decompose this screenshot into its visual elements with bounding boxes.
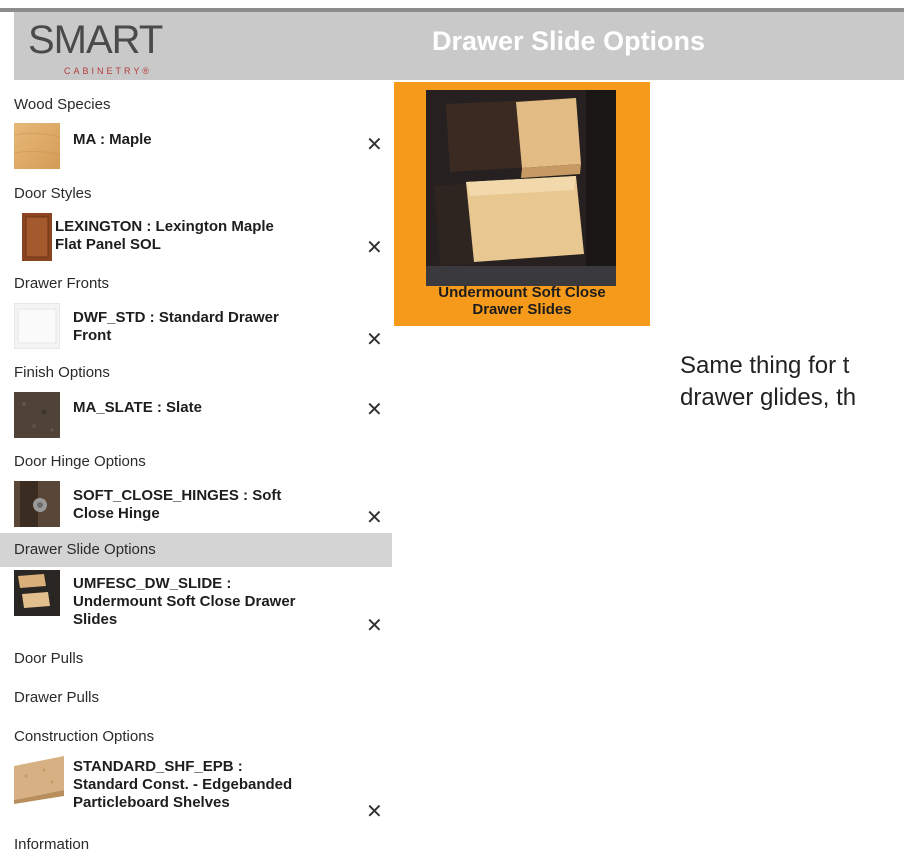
remove-icon[interactable]: ✕ bbox=[366, 508, 383, 528]
item-name-line: Close Hinge bbox=[73, 505, 160, 522]
item-name-line: LEXINGTON : Lexington Maple bbox=[55, 218, 274, 235]
item-name-line: Flat Panel SOL bbox=[55, 236, 161, 253]
selected-item-name: MA_SLATE : Slate bbox=[73, 399, 202, 416]
section-wood-species[interactable]: Wood Species bbox=[0, 88, 392, 122]
section-information[interactable]: Information bbox=[0, 828, 392, 862]
section-finish-options[interactable]: Finish Options bbox=[0, 356, 392, 390]
slate-swatch-icon bbox=[14, 392, 60, 438]
drawer-slide-option-card[interactable]: Undermount Soft Close Drawer Slides bbox=[394, 82, 650, 326]
drawer-front-swatch-icon bbox=[14, 303, 60, 349]
drawer-slide-photo-icon bbox=[426, 90, 616, 286]
selected-item-door-styles[interactable]: LEXINGTON : Lexington Maple Flat Panel S… bbox=[0, 213, 392, 263]
remove-icon[interactable]: ✕ bbox=[366, 400, 383, 420]
smart-cabinetry-logo: SMART CABINETRY® bbox=[28, 18, 178, 78]
remove-icon[interactable]: ✕ bbox=[366, 802, 383, 822]
option-caption: Undermount Soft Close Drawer Slides bbox=[394, 284, 650, 318]
option-caption-line: Drawer Slides bbox=[472, 301, 572, 318]
maple-swatch-icon bbox=[14, 123, 60, 169]
item-name-line: DWF_STD : Standard Drawer bbox=[73, 309, 279, 326]
selected-item-name: UMFESC_DW_SLIDE : Undermount Soft Close … bbox=[73, 575, 363, 629]
item-name-line: Standard Const. - Edgebanded bbox=[73, 776, 293, 793]
remove-icon[interactable]: ✕ bbox=[366, 330, 383, 350]
selected-item-drawer-slide-options[interactable]: UMFESC_DW_SLIDE : Undermount Soft Close … bbox=[0, 570, 392, 640]
options-sidebar: Wood Species MA : Maple ✕ Door Styles LE… bbox=[0, 80, 392, 853]
logo-text: SMART bbox=[28, 18, 163, 62]
remove-icon[interactable]: ✕ bbox=[366, 135, 383, 155]
logo-subtext: CABINETRY® bbox=[64, 66, 149, 76]
selected-item-drawer-fronts[interactable]: DWF_STD : Standard Drawer Front ✕ bbox=[0, 303, 392, 353]
remove-icon[interactable]: ✕ bbox=[366, 616, 383, 636]
section-drawer-fronts[interactable]: Drawer Fronts bbox=[0, 267, 392, 301]
section-door-hinge-options[interactable]: Door Hinge Options bbox=[0, 445, 392, 479]
section-door-styles[interactable]: Door Styles bbox=[0, 177, 392, 211]
section-door-pulls[interactable]: Door Pulls bbox=[0, 642, 392, 676]
door-style-swatch-icon bbox=[22, 213, 52, 261]
option-caption-line: Undermount Soft Close bbox=[438, 284, 606, 301]
selected-item-construction-options[interactable]: STANDARD_SHF_EPB : Standard Const. - Edg… bbox=[0, 756, 392, 826]
item-name-line: Slides bbox=[73, 611, 118, 628]
particleboard-swatch-icon bbox=[14, 756, 64, 804]
item-name-line: Particleboard Shelves bbox=[73, 794, 230, 811]
item-name-line: Undermount Soft Close Drawer bbox=[73, 593, 296, 610]
item-name-line: SOFT_CLOSE_HINGES : Soft bbox=[73, 487, 282, 504]
drawer-slide-thumb-icon bbox=[14, 570, 60, 616]
selected-item-name: MA : Maple bbox=[73, 131, 152, 148]
selected-item-name: SOFT_CLOSE_HINGES : Soft Close Hinge bbox=[73, 487, 363, 523]
remove-icon[interactable]: ✕ bbox=[366, 238, 383, 258]
page-title: Drawer Slide Options bbox=[432, 26, 706, 56]
logo-subtext-word: CABINETRY bbox=[64, 66, 143, 76]
note-line: drawer glides, th bbox=[680, 384, 857, 411]
annotation-note: Same thing for t drawer glides, th bbox=[680, 350, 856, 414]
selected-item-wood-species[interactable]: MA : Maple ✕ bbox=[0, 123, 392, 173]
note-line: Same thing for t bbox=[680, 352, 850, 379]
selected-item-door-hinge-options[interactable]: SOFT_CLOSE_HINGES : Soft Close Hinge ✕ bbox=[0, 481, 392, 531]
selected-item-name: DWF_STD : Standard Drawer Front bbox=[73, 309, 363, 345]
item-name-line: STANDARD_SHF_EPB : bbox=[73, 758, 243, 775]
section-construction-options[interactable]: Construction Options bbox=[0, 720, 392, 754]
logo-registered-mark: ® bbox=[142, 66, 149, 76]
selected-item-finish-options[interactable]: MA_SLATE : Slate ✕ bbox=[0, 392, 392, 442]
header-bar: SMART CABINETRY® Drawer Slide Options bbox=[14, 12, 904, 80]
selected-item-name: LEXINGTON : Lexington Maple Flat Panel S… bbox=[55, 218, 345, 254]
section-drawer-pulls[interactable]: Drawer Pulls bbox=[0, 681, 392, 715]
item-name-line: UMFESC_DW_SLIDE : bbox=[73, 575, 232, 592]
item-name-line: Front bbox=[73, 327, 112, 344]
selected-item-name: STANDARD_SHF_EPB : Standard Const. - Edg… bbox=[73, 758, 363, 812]
hinge-photo-icon bbox=[14, 481, 60, 527]
section-drawer-slide-options[interactable]: Drawer Slide Options bbox=[0, 533, 392, 567]
